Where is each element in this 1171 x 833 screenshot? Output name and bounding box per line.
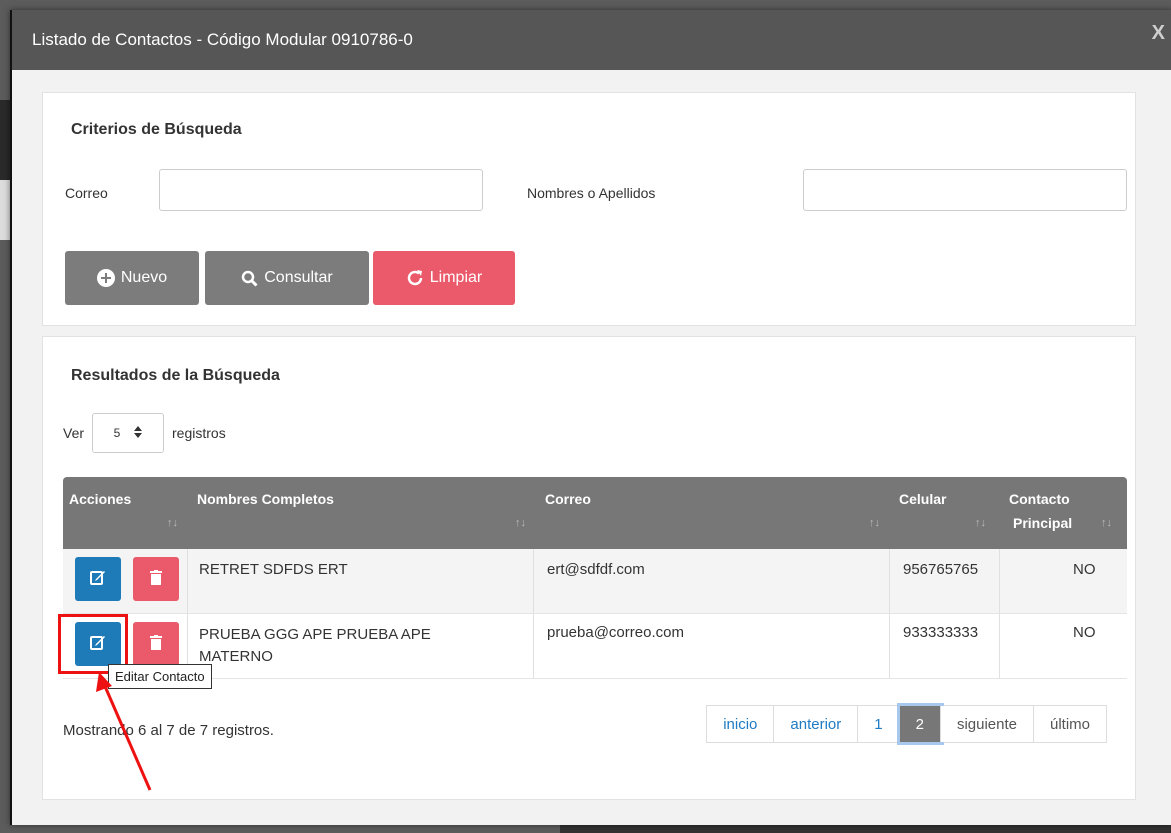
annotation-arrow: [96, 672, 152, 791]
